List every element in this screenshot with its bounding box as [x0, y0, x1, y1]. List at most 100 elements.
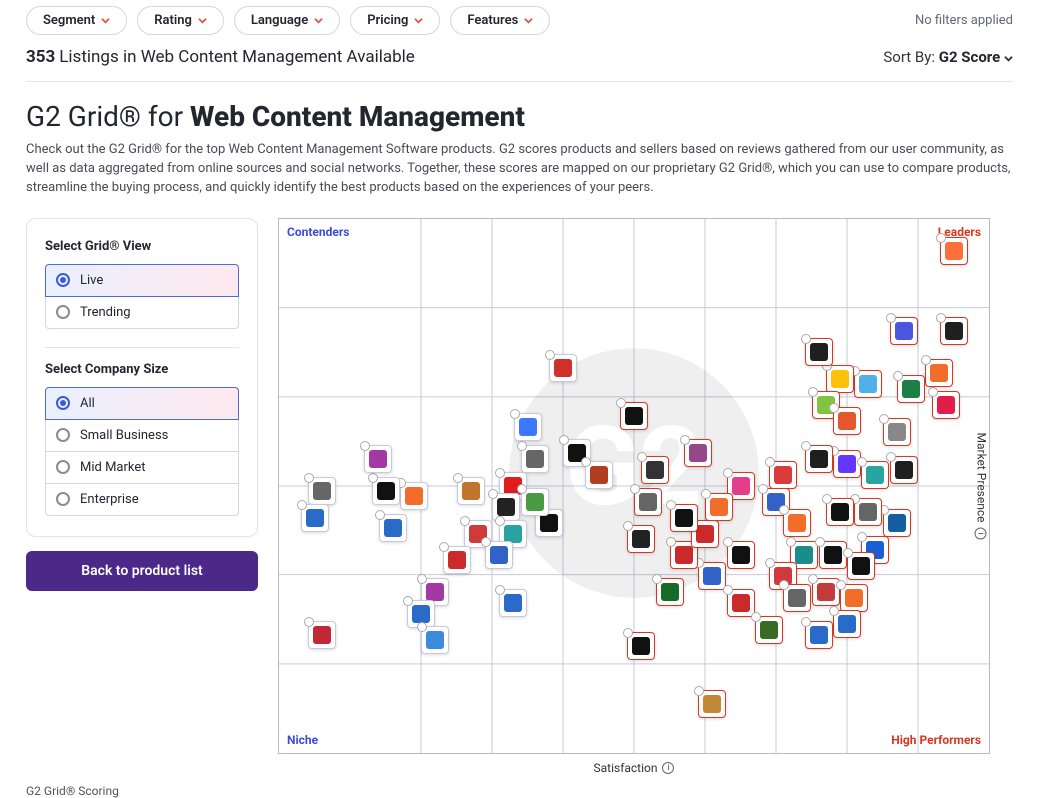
filter-language[interactable]: Language: [234, 6, 340, 35]
product-logo-icon: [710, 498, 728, 516]
product-marker[interactable]: [670, 504, 698, 532]
product-logo-icon: [462, 482, 480, 500]
product-marker[interactable]: [861, 461, 889, 489]
product-logo-icon: [526, 493, 544, 511]
product-marker[interactable]: [840, 584, 868, 612]
product-marker[interactable]: [400, 482, 428, 510]
product-marker[interactable]: [854, 370, 882, 398]
info-icon[interactable]: i: [975, 527, 987, 539]
view-label: Select Grid® View: [45, 239, 239, 254]
quadrant-high-performers: High Performers: [883, 727, 989, 753]
product-marker[interactable]: [940, 317, 968, 345]
product-marker[interactable]: [705, 493, 733, 521]
radio-label: All: [80, 396, 95, 411]
product-marker[interactable]: [847, 552, 875, 580]
product-marker[interactable]: [308, 477, 336, 505]
view-option-trending[interactable]: Trending: [45, 297, 239, 329]
product-marker[interactable]: [890, 317, 918, 345]
product-marker[interactable]: [755, 616, 783, 644]
product-marker[interactable]: [854, 498, 882, 526]
product-logo-icon: [795, 546, 813, 564]
product-marker[interactable]: [521, 488, 549, 516]
product-logo-icon: [504, 525, 522, 543]
product-logo-icon: [689, 444, 707, 462]
product-marker[interactable]: [833, 407, 861, 435]
product-marker[interactable]: [443, 546, 471, 574]
size-option-all[interactable]: All: [45, 387, 239, 420]
product-marker[interactable]: [925, 359, 953, 387]
product-logo-icon: [888, 514, 906, 532]
product-marker[interactable]: [521, 445, 549, 473]
radio-icon: [56, 305, 70, 319]
product-marker[interactable]: [805, 621, 833, 649]
view-option-live[interactable]: Live: [45, 264, 239, 297]
product-marker[interactable]: [634, 488, 662, 516]
radio-label: Live: [80, 273, 103, 288]
size-option-small-business[interactable]: Small Business: [45, 420, 239, 452]
product-logo-icon: [426, 583, 444, 601]
product-marker[interactable]: [883, 418, 911, 446]
product-logo-icon: [369, 450, 387, 468]
product-marker[interactable]: [727, 541, 755, 569]
product-marker[interactable]: [833, 450, 861, 478]
product-logo-icon: [405, 487, 423, 505]
product-logo-icon: [377, 482, 395, 500]
back-to-list-button[interactable]: Back to product list: [26, 551, 258, 591]
product-marker[interactable]: [485, 541, 513, 569]
product-marker[interactable]: [627, 525, 655, 553]
product-marker[interactable]: [883, 509, 911, 537]
g2-grid[interactable]: G2 Contenders Leaders Niche High Perform…: [278, 218, 990, 754]
product-marker[interactable]: [783, 509, 811, 537]
product-marker[interactable]: [379, 514, 407, 542]
product-marker[interactable]: [549, 354, 577, 382]
product-marker[interactable]: [897, 375, 925, 403]
product-marker[interactable]: [656, 578, 684, 606]
info-icon[interactable]: i: [662, 762, 674, 774]
product-logo-icon: [838, 412, 856, 430]
product-marker[interactable]: [940, 237, 968, 265]
product-marker[interactable]: [620, 402, 648, 430]
product-marker[interactable]: [627, 632, 655, 660]
product-marker[interactable]: [783, 584, 811, 612]
product-marker[interactable]: [457, 477, 485, 505]
product-logo-icon: [838, 615, 856, 633]
size-option-enterprise[interactable]: Enterprise: [45, 484, 239, 516]
product-marker[interactable]: [514, 413, 542, 441]
product-marker[interactable]: [932, 391, 960, 419]
product-marker[interactable]: [585, 461, 613, 489]
filter-features[interactable]: Features: [450, 6, 550, 35]
product-marker[interactable]: [499, 589, 527, 617]
product-logo-icon: [554, 359, 572, 377]
product-marker[interactable]: [698, 690, 726, 718]
product-logo-icon: [810, 343, 828, 361]
product-marker[interactable]: [372, 477, 400, 505]
product-marker[interactable]: [826, 498, 854, 526]
product-logo-icon: [838, 455, 856, 473]
product-logo-icon: [696, 525, 714, 543]
product-marker[interactable]: [308, 621, 336, 649]
product-marker[interactable]: [805, 445, 833, 473]
filter-rating[interactable]: Rating: [137, 6, 224, 35]
product-marker[interactable]: [641, 456, 669, 484]
filter-segment[interactable]: Segment: [26, 6, 127, 35]
product-marker[interactable]: [684, 439, 712, 467]
radio-label: Small Business: [80, 428, 168, 443]
sort-by[interactable]: Sort By: G2 Score: [883, 48, 1013, 66]
filters-status: No filters applied: [915, 13, 1013, 28]
product-marker[interactable]: [819, 541, 847, 569]
radio-label: Enterprise: [80, 492, 139, 507]
product-marker[interactable]: [421, 626, 449, 654]
product-marker[interactable]: [826, 365, 854, 393]
product-marker[interactable]: [805, 338, 833, 366]
product-logo-icon: [426, 631, 444, 649]
size-option-mid-market[interactable]: Mid Market: [45, 452, 239, 484]
product-logo-icon: [902, 380, 920, 398]
filter-pricing[interactable]: Pricing: [350, 6, 440, 35]
product-marker[interactable]: [769, 461, 797, 489]
product-marker[interactable]: [833, 610, 861, 638]
product-marker[interactable]: [727, 589, 755, 617]
product-marker[interactable]: [698, 562, 726, 590]
product-marker[interactable]: [890, 456, 918, 484]
product-marker[interactable]: [364, 445, 392, 473]
product-marker[interactable]: [301, 504, 329, 532]
